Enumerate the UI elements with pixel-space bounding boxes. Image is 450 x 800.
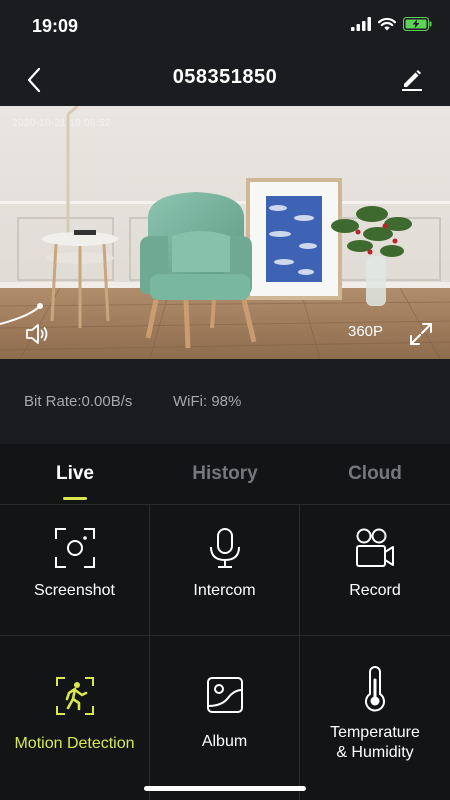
live-video-view[interactable]: 2020-10-21 19:08:52 360P [0,106,450,359]
resolution-selector[interactable]: 360P [348,323,383,340]
tab-history[interactable]: History [150,444,300,504]
function-grid: Screenshot Intercom Record Motion Detect… [0,504,450,800]
record-label: Record [349,582,401,599]
microphone-icon [209,528,240,568]
screenshot-button[interactable]: Screenshot [0,504,150,635]
status-bar: 19:09 [0,0,450,54]
humidity-label: & Humidity [336,744,414,761]
device-title: 058351850 [172,66,278,88]
home-indicator[interactable] [144,786,306,791]
motion-detection-label: Motion Detection [14,735,135,752]
stream-info: Bit Rate:0.00B/s WiFi: 98% [0,359,450,444]
video-timestamp: 2020-10-21 19:08:52 [12,118,111,129]
intercom-label: Intercom [193,582,256,599]
wifi-strength-text: WiFi: 98% [173,393,242,410]
temperature-label: Temperature [330,724,420,741]
tab-bar: Live History Cloud [0,444,450,504]
video-camera-icon [356,528,394,567]
intercom-button[interactable]: Intercom [150,504,300,635]
album-icon [206,677,243,713]
fullscreen-button[interactable] [408,321,434,347]
record-button[interactable]: Record [300,504,450,635]
active-tab-indicator [63,497,87,500]
album-label: Album [201,733,248,750]
pencil-icon [402,70,422,91]
sound-toggle-button[interactable] [24,322,50,346]
motion-detection-button[interactable]: Motion Detection [0,635,150,800]
navigation-bar: 058351850 [0,54,450,106]
motion-detection-icon [55,677,94,715]
screenshot-label: Screenshot [34,582,115,599]
tab-cloud[interactable]: Cloud [300,444,450,504]
expand-icon [410,323,432,345]
camera-feed-image [0,106,450,359]
thermometer-icon [365,666,385,712]
wifi-icon [378,17,396,31]
status-time: 19:09 [32,16,79,36]
speaker-icon [26,324,48,344]
battery-charging-icon [403,17,432,31]
bit-rate-text: Bit Rate:0.00B/s [24,393,133,410]
camera-frame-icon [54,528,95,568]
edit-button[interactable] [398,65,426,93]
tab-live[interactable]: Live [0,444,150,504]
album-button[interactable]: Album [150,635,300,800]
signal-icon [351,17,371,31]
status-icons [351,17,432,31]
temperature-humidity-button[interactable]: Temperature & Humidity [300,635,450,800]
